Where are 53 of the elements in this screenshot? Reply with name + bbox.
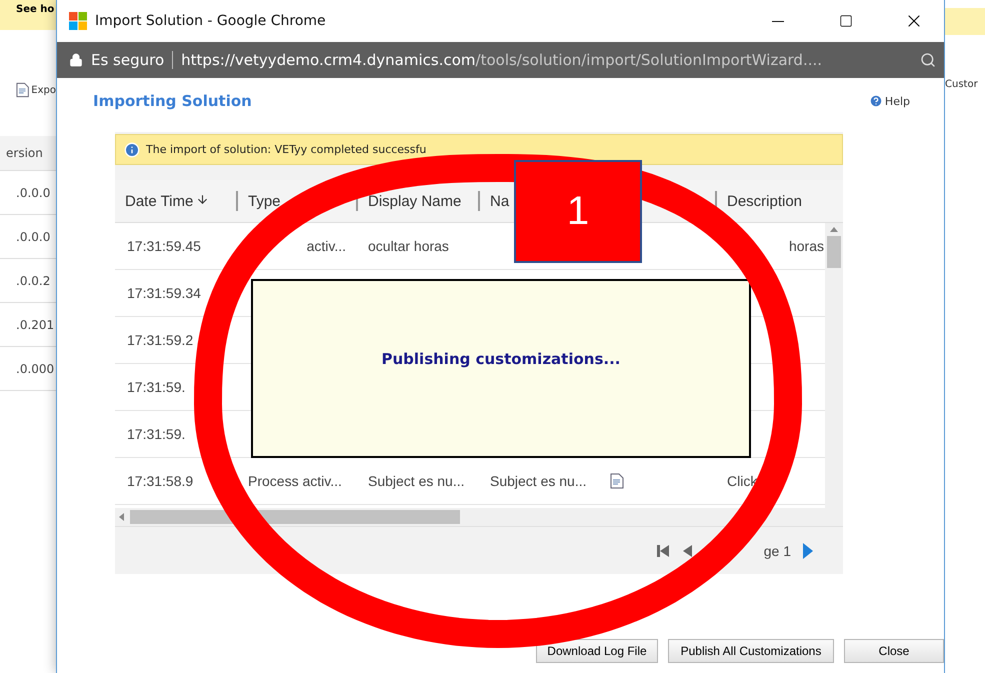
dialog-button[interactable]: Download Log File — [536, 639, 658, 663]
column-header[interactable]: Date Time — [125, 192, 210, 210]
scroll-up-icon[interactable] — [830, 227, 838, 232]
address-bar[interactable]: https://vetyydemo.crm4.dynamics.com/tools/solution/import/SolutionImportWizard.... — [181, 51, 912, 69]
column-header[interactable]: Display Name — [368, 192, 462, 210]
column-header[interactable]: Description — [727, 192, 802, 210]
minimize-icon — [772, 20, 784, 22]
column-header: ersion — [0, 136, 56, 171]
annotation-number: 1 — [514, 160, 642, 263]
previous-page-icon[interactable] — [682, 544, 692, 558]
first-page-icon[interactable] — [656, 544, 671, 558]
document-icon — [16, 82, 30, 98]
windows-logo-icon — [69, 12, 87, 30]
table-cell: 17:31:59.2 — [127, 332, 194, 348]
table-cell: 17:31:59. — [127, 426, 186, 442]
info-icon — [124, 142, 140, 158]
next-page-icon[interactable] — [803, 542, 813, 559]
table-cell: 17:31:59.34 — [127, 285, 201, 302]
lock-icon — [69, 53, 83, 67]
security-label: Es seguro — [91, 51, 174, 69]
table-cell: 17:31:58.9 — [127, 473, 194, 490]
scroll-left-icon[interactable] — [119, 513, 124, 522]
help-icon — [868, 94, 883, 108]
table-cell: activ... — [306, 238, 346, 254]
vertical-scrollbar[interactable] — [825, 223, 843, 508]
progress-message: Publishing customizations... — [382, 350, 620, 368]
table-cell: horas — [788, 238, 824, 254]
table-cell: Process activ... — [248, 473, 342, 490]
table-cell: 17:31:59.45 — [127, 238, 201, 254]
scrollbar-thumb[interactable] — [130, 510, 460, 524]
search-icon[interactable] — [920, 52, 936, 68]
table-cell: ocultar horas — [368, 238, 449, 254]
toolbar-button[interactable]: Expo — [31, 84, 56, 96]
toolbar-button[interactable]: Custor — [945, 79, 978, 90]
dialog-button[interactable]: Close — [844, 639, 944, 663]
notification-text: The import of solution: VETyy completed successfu — [146, 143, 426, 156]
maximize-icon — [839, 14, 853, 28]
table-cell: 17:31:59. — [127, 379, 186, 396]
column-header[interactable]: Type — [248, 192, 281, 210]
page-heading: Importing Solution — [93, 92, 252, 110]
help-link[interactable]: Help — [868, 94, 910, 108]
notification-banner — [945, 8, 985, 35]
sort-arrow-icon — [196, 192, 210, 206]
notification-banner: See ho — [0, 0, 56, 30]
table-cell: Subject es nu... — [368, 473, 465, 490]
table-cell: Subject es nu... — [490, 473, 587, 490]
scrollbar-thumb[interactable] — [827, 236, 841, 268]
window-title: Import Solution - Google Chrome — [95, 13, 327, 29]
horizontal-scrollbar[interactable] — [115, 508, 843, 526]
dialog-button[interactable]: Publish All Customizations — [668, 639, 834, 663]
page-label: ge 1 — [764, 542, 791, 559]
column-header[interactable]: Na — [490, 192, 510, 210]
table-cell: Click — [727, 473, 758, 490]
